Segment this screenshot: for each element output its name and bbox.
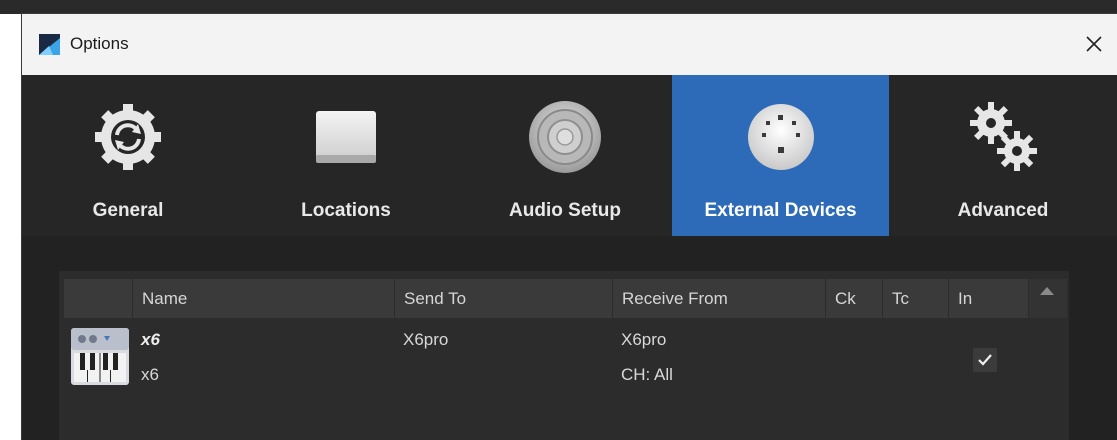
close-icon xyxy=(1086,36,1102,52)
scroll-up-arrow-icon[interactable] xyxy=(1040,287,1054,295)
device-model: x6 xyxy=(141,365,159,384)
tab-general[interactable]: General xyxy=(22,75,234,236)
table-row[interactable]: x6 x6 X6pro X6pro CH: All xyxy=(64,321,1067,397)
devices-table: Name Send To Receive From Ck Tc In x6 x6… xyxy=(59,271,1069,440)
keyboard-synth-icon xyxy=(71,328,129,385)
gears-icon xyxy=(970,102,1037,171)
tab-locations[interactable]: Locations xyxy=(234,75,458,236)
external-devices-panel: Name Send To Receive From Ck Tc In x6 x6… xyxy=(22,236,1117,440)
column-header-ck[interactable]: Ck xyxy=(825,279,882,318)
options-toolbar: General Locations Audio Setup External D… xyxy=(22,75,1117,236)
tab-external-devices[interactable]: External Devices xyxy=(672,75,889,236)
in-checkbox[interactable] xyxy=(973,348,997,372)
window-title: Options xyxy=(70,34,129,53)
close-button[interactable] xyxy=(1079,29,1109,59)
column-header-receive-from[interactable]: Receive From xyxy=(612,279,825,318)
tab-audio-setup-label: Audio Setup xyxy=(509,200,621,221)
send-to-value[interactable]: X6pro xyxy=(403,330,448,350)
app-icon xyxy=(39,34,60,55)
column-header-in[interactable]: In xyxy=(948,279,1018,318)
tab-general-label: General xyxy=(92,200,164,221)
tab-audio-setup[interactable]: Audio Setup xyxy=(458,75,672,236)
title-bar: Options xyxy=(22,14,1117,75)
scrollbar[interactable] xyxy=(1028,279,1067,318)
options-window: Options General Locations Audio Setup Ex… xyxy=(22,14,1117,440)
device-name: x6 xyxy=(141,330,160,349)
speaker-icon xyxy=(529,101,601,173)
gear-sync-icon xyxy=(95,104,161,170)
column-header-icon xyxy=(64,279,132,318)
tab-external-devices-label: External Devices xyxy=(704,200,857,221)
receive-channel-value: CH: All xyxy=(621,365,673,384)
midi-port-icon xyxy=(747,104,814,170)
tab-advanced[interactable]: Advanced xyxy=(889,75,1117,236)
drive-icon xyxy=(316,111,376,163)
receive-from-value[interactable]: X6pro xyxy=(621,330,666,350)
table-header: Name Send To Receive From Ck Tc In xyxy=(64,279,1067,318)
column-header-tc[interactable]: Tc xyxy=(882,279,948,318)
column-header-send-to[interactable]: Send To xyxy=(394,279,612,318)
tab-advanced-label: Advanced xyxy=(957,200,1049,221)
background-strip xyxy=(0,0,1117,14)
tab-locations-label: Locations xyxy=(301,200,391,221)
column-header-name[interactable]: Name xyxy=(132,279,394,318)
checkmark-icon xyxy=(978,354,992,366)
